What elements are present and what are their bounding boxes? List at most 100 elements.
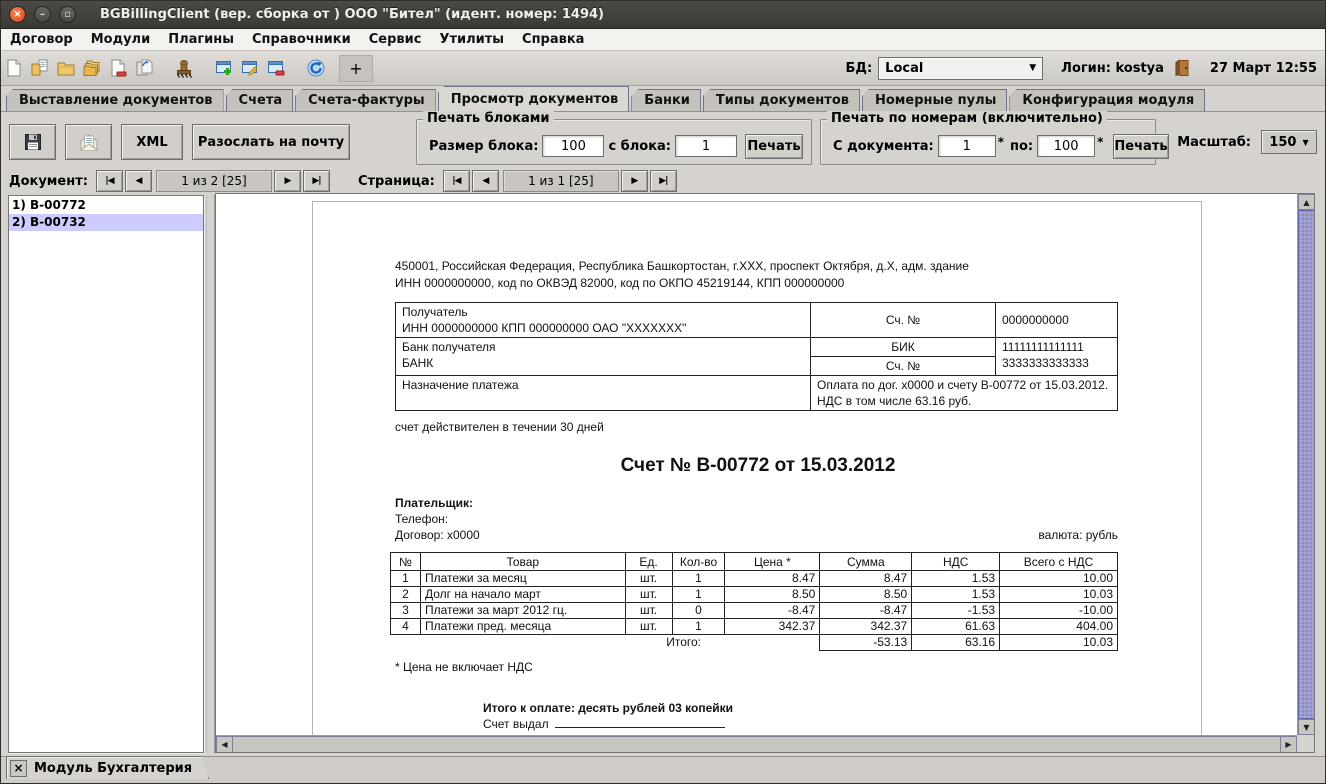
- window-close-button[interactable]: ×: [9, 6, 26, 23]
- page-first-button[interactable]: |◀: [443, 170, 470, 192]
- main-split-area: 1) В-00772 2) В-00732 450001, Российская…: [1, 193, 1325, 753]
- menubar: Договор Модули Плагины Справочники Серви…: [1, 29, 1325, 51]
- open-folder-icon[interactable]: [53, 55, 79, 81]
- send-mail-button[interactable]: Разослать на почту: [192, 124, 350, 160]
- window-minimize-button[interactable]: –: [34, 6, 51, 23]
- scroll-left-button[interactable]: ◀: [216, 736, 233, 753]
- add-window-icon[interactable]: [211, 55, 237, 81]
- close-module-button[interactable]: ×: [10, 760, 27, 777]
- list-item[interactable]: 1) В-00772: [9, 197, 203, 214]
- module-tab-bukhgalteriya[interactable]: × Модуль Бухгалтерия: [6, 756, 209, 779]
- print-button[interactable]: [65, 124, 112, 160]
- tab-tipy-dokumentov[interactable]: Типы документов: [703, 89, 860, 111]
- bank-label: Банк получателя: [402, 339, 804, 355]
- remove-document-icon[interactable]: [105, 55, 131, 81]
- db-select[interactable]: Local ▼: [878, 57, 1043, 80]
- minimize-icon: –: [40, 9, 45, 20]
- print-blocks-button[interactable]: Печать: [745, 134, 803, 159]
- menu-dogovor[interactable]: Договор: [1, 30, 82, 49]
- new-document-icon[interactable]: [1, 55, 27, 81]
- invoice-items-table: № Товар Ед. Кол-во Цена * Сумма НДС Всег…: [390, 552, 1118, 651]
- stamp-icon[interactable]: [171, 55, 197, 81]
- block-from-input[interactable]: [675, 135, 737, 157]
- cell: 404.00: [1000, 619, 1118, 635]
- tab-nomernye-puly[interactable]: Номерные пулы: [862, 89, 1007, 111]
- table-row: 1 Платежи за месяц шт. 1 8.47 8.47 1.53 …: [391, 571, 1118, 587]
- open-document-icon[interactable]: [27, 55, 53, 81]
- bank-cell: Назначение платежа: [396, 376, 811, 411]
- totals-cell: 63.16: [912, 635, 1000, 651]
- cell: -10.00: [1000, 603, 1118, 619]
- validity-note: счет действителен в течении 30 дней: [395, 420, 1121, 434]
- document-first-button[interactable]: |◀: [96, 170, 123, 192]
- save-button[interactable]: [9, 124, 56, 160]
- menu-moduli[interactable]: Модули: [82, 30, 159, 49]
- tab-prosmotr-dokumentov[interactable]: Просмотр документов: [438, 86, 630, 111]
- required-asterisk: *: [1097, 135, 1103, 149]
- remove-window-icon[interactable]: [263, 55, 289, 81]
- logout-door-icon[interactable]: [1170, 55, 1196, 81]
- block-size-label: Размер блока:: [429, 139, 538, 154]
- xml-button[interactable]: XML: [121, 124, 183, 160]
- document-viewer: 450001, Российская Федерация, Республика…: [215, 193, 1315, 753]
- cell: 1.53: [912, 587, 1000, 603]
- cell: Платежи за март 2012 гц.: [420, 603, 625, 619]
- cell: 8.50: [820, 587, 912, 603]
- scale-select[interactable]: 150 ▼: [1261, 130, 1317, 154]
- copy-document-icon[interactable]: [131, 55, 157, 81]
- cell: 2: [391, 587, 421, 603]
- page-nav-label: Страница:: [358, 174, 435, 189]
- vertical-scrollbar-thumb[interactable]: [1298, 210, 1315, 719]
- tab-banki[interactable]: Банки: [631, 89, 701, 111]
- cell: 8.47: [820, 571, 912, 587]
- cell: -1.53: [912, 603, 1000, 619]
- page-next-button[interactable]: ▶: [621, 170, 648, 192]
- totals-row: Итого: -53.13 63.16 10.03: [391, 635, 1118, 651]
- bank-cell: 11111111111111 3333333333333: [996, 338, 1118, 376]
- menu-servis[interactable]: Сервис: [360, 30, 431, 49]
- cell: шт.: [625, 587, 672, 603]
- range-to-input[interactable]: [1037, 135, 1095, 157]
- plus-icon: +: [349, 59, 362, 78]
- db-label: БД:: [845, 61, 872, 76]
- scroll-up-button[interactable]: ▲: [1298, 194, 1315, 210]
- document-last-button[interactable]: ▶|: [303, 170, 330, 192]
- edit-window-icon[interactable]: [237, 55, 263, 81]
- add-toolbar-button[interactable]: +: [339, 55, 373, 82]
- horizontal-scrollbar-thumb[interactable]: [232, 736, 1281, 753]
- tab-scheta-faktury[interactable]: Счета-фактуры: [295, 89, 436, 111]
- bank-cell: Сч. №: [811, 357, 996, 376]
- window-maximize-button[interactable]: ▫: [59, 6, 76, 23]
- scroll-down-button[interactable]: ▼: [1298, 719, 1315, 735]
- menu-utility[interactable]: Утилиты: [430, 30, 513, 49]
- split-divider[interactable]: [206, 195, 215, 753]
- tab-scheta[interactable]: Счета: [226, 89, 294, 111]
- print-range-button[interactable]: Печать: [1113, 134, 1168, 159]
- menu-plaginy[interactable]: Плагины: [159, 30, 243, 49]
- page-last-button[interactable]: ▶|: [650, 170, 677, 192]
- document-prev-button[interactable]: ◀: [125, 170, 152, 192]
- chevron-down-icon: ▼: [1029, 63, 1036, 73]
- page-position: 1 из 1 [25]: [503, 170, 619, 192]
- cell: 4: [391, 619, 421, 635]
- scroll-right-button[interactable]: ▶: [1280, 736, 1297, 753]
- document-next-button[interactable]: ▶: [274, 170, 301, 192]
- table-row: 2 Долг на начало март шт. 1 8.50 8.50 1.…: [391, 587, 1118, 603]
- bank-cell: 0000000000: [996, 303, 1118, 338]
- tab-konfiguraciya-modulya[interactable]: Конфигурация модуля: [1009, 89, 1205, 111]
- refresh-icon[interactable]: [303, 55, 329, 81]
- menu-spravochniki[interactable]: Справочники: [243, 30, 360, 49]
- company-address-line1: 450001, Российская Федерация, Республика…: [395, 258, 1121, 275]
- block-size-input[interactable]: [542, 135, 604, 157]
- module-tabbar: Выставление документов Счета Счета-факту…: [1, 86, 1325, 111]
- col-header: Товар: [420, 553, 625, 571]
- window-title: BGBillingClient (вер. сборка от ) ООО "Б…: [100, 7, 604, 22]
- list-item-selected[interactable]: 2) В-00732: [9, 214, 203, 231]
- page-prev-button[interactable]: ◀: [472, 170, 499, 192]
- range-from-input[interactable]: [938, 135, 996, 157]
- tab-vystavlenie-dokumentov[interactable]: Выставление документов: [6, 89, 224, 111]
- cell: 3: [391, 603, 421, 619]
- print-range-group: Печать по номерам (включительно) С докум…: [820, 119, 1156, 165]
- documents-stack-icon[interactable]: [79, 55, 105, 81]
- menu-spravka[interactable]: Справка: [513, 30, 593, 49]
